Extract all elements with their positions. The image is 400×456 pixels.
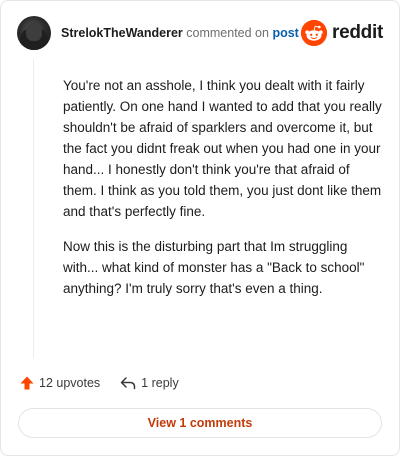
avatar[interactable]	[17, 16, 51, 50]
byline: StrelokTheWanderer commented on post	[61, 25, 299, 41]
comment-card: StrelokTheWanderer commented on post red…	[0, 0, 400, 456]
reddit-brand[interactable]: reddit	[301, 20, 383, 46]
reddit-wordmark: reddit	[332, 22, 383, 43]
upvote-count: 12 upvotes	[39, 376, 101, 390]
username-link[interactable]: StrelokTheWanderer	[61, 26, 183, 40]
upvote-button[interactable]: 12 upvotes	[19, 375, 100, 391]
comment-header: StrelokTheWanderer commented on post red…	[17, 16, 383, 50]
comment-actions: 12 upvotes 1 reply	[19, 373, 179, 393]
comment-paragraph: Now this is the disturbing part that Im …	[63, 239, 365, 296]
reply-count: 1 reply	[141, 376, 179, 390]
reddit-logo-icon	[301, 20, 328, 46]
post-link[interactable]: post	[272, 26, 298, 40]
comment-body: You're not an asshole, I think you dealt…	[63, 75, 385, 313]
thread-line	[33, 59, 34, 359]
comment-action-text: commented on	[186, 26, 269, 40]
view-comments-button[interactable]: View 1 comments	[18, 408, 382, 438]
comment-paragraph: You're not an asshole, I think you dealt…	[63, 78, 382, 219]
upvote-arrow-icon	[19, 375, 35, 391]
reply-button[interactable]: 1 reply	[120, 376, 179, 390]
reply-arrow-icon	[120, 376, 136, 390]
